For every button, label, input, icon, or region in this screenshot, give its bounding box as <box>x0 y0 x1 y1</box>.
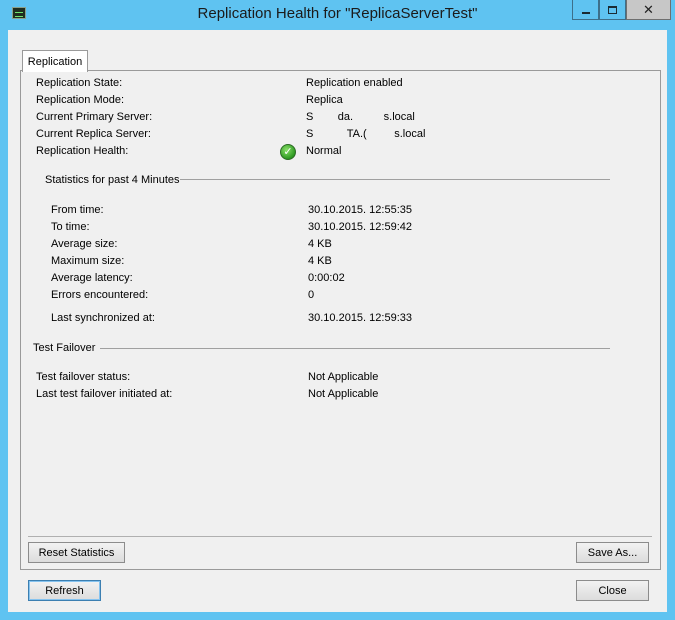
replication-mode-label: Replication Mode: <box>36 94 125 106</box>
reset-statistics-button[interactable]: Reset Statistics <box>28 542 125 563</box>
window-close-button[interactable]: ✕ <box>626 0 671 20</box>
to-time-label: To time: <box>51 221 90 233</box>
from-time-value: 30.10.2015. 12:55:35 <box>308 204 412 216</box>
errors-encountered-label: Errors encountered: <box>51 289 149 301</box>
average-latency-value: 0:00:02 <box>308 272 345 284</box>
replica-server-label: Current Replica Server: <box>36 128 151 140</box>
average-latency-label: Average latency: <box>51 272 133 284</box>
statistics-header: Statistics for past 4 Minutes <box>45 174 180 186</box>
minimize-button[interactable] <box>572 0 599 20</box>
last-test-failover-label: Last test failover initiated at: <box>36 388 173 400</box>
last-synchronized-value: 30.10.2015. 12:59:33 <box>308 312 412 324</box>
refresh-button[interactable]: Refresh <box>28 580 101 601</box>
errors-encountered-value: 0 <box>308 289 315 301</box>
tab-label: Replication <box>27 55 83 68</box>
title-bar[interactable]: Replication Health for "ReplicaServerTes… <box>0 0 675 30</box>
tab-replication[interactable]: Replication <box>22 50 88 72</box>
primary-server-label: Current Primary Server: <box>36 111 153 123</box>
close-button[interactable]: Close <box>576 580 649 601</box>
test-failover-status-value: Not Applicable <box>308 371 379 383</box>
maximum-size-label: Maximum size: <box>51 255 125 267</box>
replication-health-value: Normal <box>306 145 342 157</box>
test-failover-status-label: Test failover status: <box>36 371 131 383</box>
check-icon: ✓ <box>280 144 296 160</box>
panel-bottom-divider <box>28 536 652 537</box>
from-time-label: From time: <box>51 204 104 216</box>
replication-state-value: Replication enabled <box>306 77 403 89</box>
close-icon: ✕ <box>643 1 654 17</box>
replication-mode-value: Replica <box>306 94 343 106</box>
save-as-button[interactable]: Save As... <box>576 542 649 563</box>
to-time-value: 30.10.2015. 12:59:42 <box>308 221 412 233</box>
average-size-value: 4 KB <box>308 238 332 250</box>
last-test-failover-value: Not Applicable <box>308 388 379 400</box>
test-failover-divider <box>100 348 610 349</box>
maximize-icon <box>608 5 617 14</box>
replication-state-label: Replication State: <box>36 77 123 89</box>
maximum-size-value: 4 KB <box>308 255 332 267</box>
minimize-icon <box>581 11 590 14</box>
dialog-window: Replication Health for "ReplicaServerTes… <box>0 0 675 620</box>
average-size-label: Average size: <box>51 238 118 250</box>
test-failover-header: Test Failover <box>33 342 96 354</box>
replica-server-value: S TA.( s.local <box>306 128 426 140</box>
replication-health-label: Replication Health: <box>36 145 129 157</box>
maximize-button[interactable] <box>599 0 626 20</box>
primary-server-value: S da. s.local <box>306 111 415 123</box>
statistics-divider <box>180 179 610 180</box>
last-synchronized-label: Last synchronized at: <box>51 312 155 324</box>
